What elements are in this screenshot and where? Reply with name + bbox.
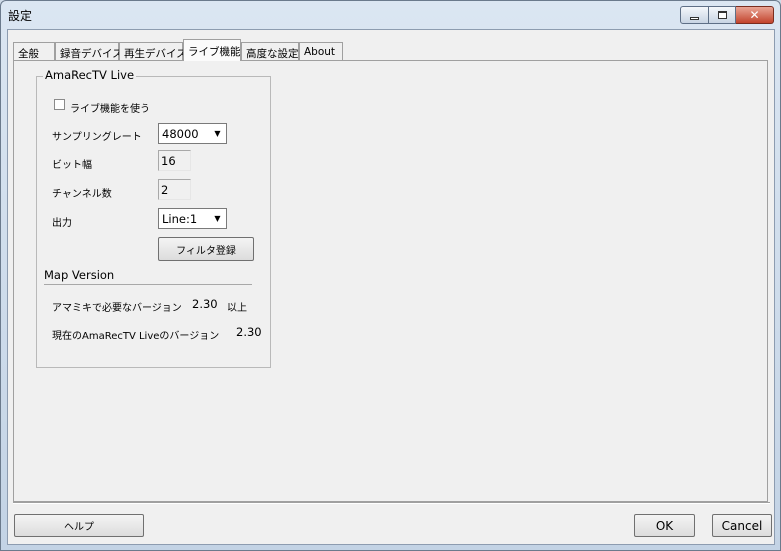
title-bar[interactable]: 設定 ✕: [1, 1, 780, 29]
footer-divider: [13, 502, 770, 504]
tab-general[interactable]: 全般: [13, 42, 55, 61]
ok-button[interactable]: OK: [634, 514, 695, 537]
required-version-label: アマミキで必要なバージョン: [52, 303, 182, 314]
output-label: 出力: [52, 218, 72, 229]
settings-window: 設定 ✕ 全般 録音デバイス 再生デバイス ライブ機能 高度な設定 About …: [0, 0, 781, 551]
window-title: 設定: [8, 9, 33, 23]
tab-advanced-settings[interactable]: 高度な設定: [241, 42, 299, 61]
sampling-rate-select[interactable]: 48000 ▼: [158, 123, 227, 144]
maximize-button[interactable]: [709, 6, 736, 24]
use-live-label[interactable]: ライブ機能を使う: [70, 100, 150, 115]
cancel-button[interactable]: Cancel: [712, 514, 772, 537]
chevron-down-icon: ▼: [214, 214, 221, 223]
groupbox-title: AmaRecTV Live: [43, 68, 137, 82]
use-live-checkbox[interactable]: [54, 99, 65, 110]
channels-label: チャンネル数: [52, 189, 112, 200]
help-button[interactable]: ヘルプ: [14, 514, 144, 537]
close-button[interactable]: ✕: [736, 6, 774, 24]
map-version-title: Map Version: [44, 268, 115, 282]
output-select[interactable]: Line:1 ▼: [158, 208, 227, 229]
map-version-divider: [44, 284, 252, 285]
tab-recording-device[interactable]: 録音デバイス: [55, 42, 123, 61]
current-version-label: 現在のAmaRecTV Liveのバージョン: [52, 331, 220, 342]
minimize-icon: [690, 16, 699, 20]
tab-playback-device[interactable]: 再生デバイス: [119, 42, 187, 61]
tab-about[interactable]: About: [299, 42, 343, 61]
bit-width-label: ビット幅: [52, 160, 92, 171]
filter-register-button[interactable]: フィルタ登録: [158, 237, 254, 261]
current-version-value: 2.30: [236, 325, 262, 339]
required-version-suffix: 以上: [227, 303, 247, 314]
sampling-rate-label: サンプリングレート: [52, 132, 142, 143]
close-icon: ✕: [749, 8, 760, 22]
live-tab-panel: AmaRecTV Live ライブ機能を使う サンプリングレート 48000 ▼…: [13, 60, 768, 502]
minimize-button[interactable]: [680, 6, 709, 24]
sampling-rate-value: 48000: [162, 126, 199, 141]
maximize-icon: [717, 11, 727, 19]
output-value: Line:1: [162, 211, 198, 226]
bit-width-field: 16: [158, 150, 191, 171]
required-version-value: 2.30: [192, 297, 218, 311]
tab-live-function[interactable]: ライブ機能: [183, 39, 241, 61]
channels-field: 2: [158, 179, 191, 200]
chevron-down-icon: ▼: [214, 129, 221, 138]
dialog-client-area: 全般 録音デバイス 再生デバイス ライブ機能 高度な設定 About AmaRe…: [7, 29, 775, 545]
